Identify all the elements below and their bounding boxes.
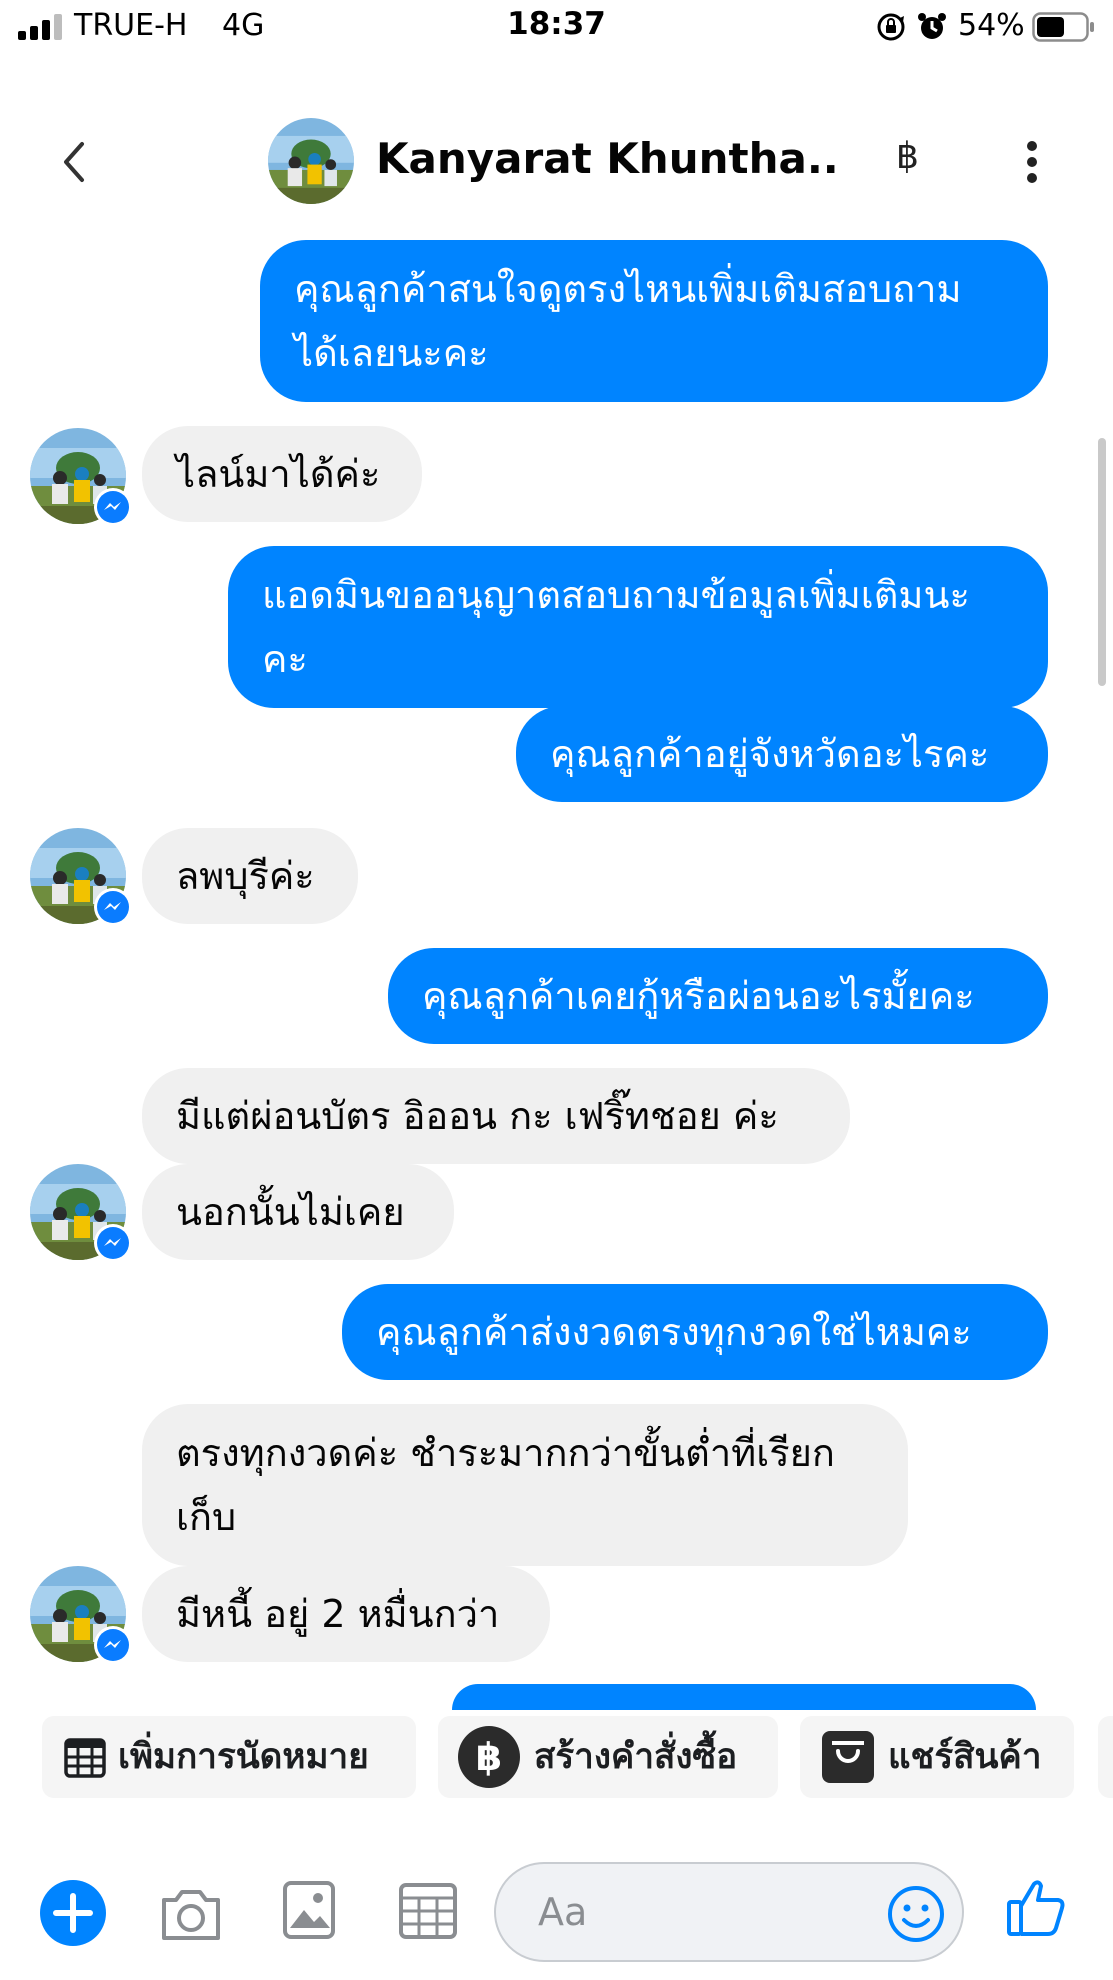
battery-percent: 54% — [958, 8, 1025, 43]
next-chip-edge — [1098, 1716, 1113, 1798]
messenger-badge-icon — [94, 488, 132, 526]
sender-avatar[interactable] — [30, 828, 132, 926]
incoming-message[interactable]: ตรงทุกงวดค่ะ ชำระมากกว่าขั้นต่ำที่เรียก … — [142, 1404, 908, 1566]
status-bar: TRUE-H 4G 18:37 54% — [0, 0, 1113, 56]
outgoing-message-partial — [452, 1684, 1036, 1710]
outgoing-message[interactable]: คุณลูกค้าอยู่จังหวัดอะไรคะ — [516, 706, 1048, 802]
add-appointment-chip[interactable]: เพิ่มการนัดหมาย — [42, 1716, 416, 1798]
outgoing-message[interactable]: คุณลูกค้าส่งงวดตรงทุกงวดใช่ไหมคะ — [342, 1284, 1048, 1380]
messenger-badge-icon — [94, 1626, 132, 1664]
calendar-table-icon[interactable] — [398, 1880, 458, 1940]
chip-label: แชร์สินค้า — [888, 1737, 1042, 1777]
incoming-message[interactable]: มีแต่ผ่อนบัตร อิออน กะ เฟริ๊ทชอย ค่ะ — [142, 1068, 850, 1164]
incoming-message[interactable]: ลพบุรีค่ะ — [142, 828, 358, 924]
alarm-icon — [918, 13, 946, 39]
message-composer: Aa — [0, 1840, 1113, 1980]
contact-avatar[interactable] — [268, 118, 354, 204]
more-options-icon[interactable] — [1022, 138, 1042, 186]
battery-icon — [1032, 12, 1094, 42]
contact-name[interactable]: Kanyarat Khuntha... — [376, 134, 836, 183]
outgoing-message[interactable]: คุณลูกค้าเคยกู้หรือผ่อนอะไรมั้ยคะ — [388, 948, 1048, 1044]
calendar-grid-icon — [64, 1738, 106, 1778]
outgoing-message[interactable]: คุณลูกค้าสนใจดูตรงไหนเพิ่มเติมสอบถาม ได้… — [260, 240, 1048, 402]
incoming-message[interactable]: มีหนี้ อยู่ 2 หมื่นกว่า — [142, 1566, 550, 1662]
sender-avatar[interactable] — [30, 1566, 132, 1664]
chip-label: เพิ่มการนัดหมาย — [118, 1737, 369, 1777]
rotation-lock-icon — [877, 13, 905, 41]
create-order-chip[interactable]: ฿ สร้างคำสั่งซื้อ — [438, 1716, 778, 1798]
incoming-message[interactable]: นอกนั้นไม่เคย — [142, 1164, 454, 1260]
sender-avatar[interactable] — [30, 428, 132, 526]
message-input-placeholder: Aa — [538, 1890, 588, 1934]
back-button[interactable] — [56, 138, 92, 186]
scrollbar[interactable] — [1098, 438, 1106, 686]
svg-text:฿: ฿ — [476, 1735, 502, 1779]
outgoing-message[interactable]: แอดมินขออนุญาตสอบถามข้อมูลเพิ่มเติมนะ คะ — [228, 546, 1048, 708]
baht-payment-button[interactable]: ฿ — [896, 136, 919, 177]
thumbs-up-icon[interactable] — [1006, 1876, 1068, 1938]
messenger-badge-icon — [94, 888, 132, 926]
conversation-header: Kanyarat Khuntha... ฿ — [0, 100, 1113, 220]
more-actions-button[interactable] — [40, 1880, 106, 1946]
chip-label: สร้างคำสั่งซื้อ — [534, 1737, 738, 1777]
camera-icon[interactable] — [158, 1884, 224, 1944]
sender-avatar[interactable] — [30, 1164, 132, 1262]
incoming-message[interactable]: ไลน์มาได้ค่ะ — [142, 426, 422, 522]
message-input[interactable]: Aa — [494, 1862, 964, 1962]
image-gallery-icon[interactable] — [282, 1880, 336, 1940]
emoji-icon[interactable] — [886, 1884, 946, 1944]
quick-actions-bar: เพิ่มการนัดหมาย ฿ สร้างคำสั่งซื้อ แชร์สิ… — [0, 1712, 1113, 1800]
baht-circle-icon: ฿ — [458, 1726, 520, 1788]
plus-icon — [53, 1893, 93, 1933]
shopping-bag-icon — [822, 1731, 874, 1783]
messenger-badge-icon — [94, 1224, 132, 1262]
share-product-chip[interactable]: แชร์สินค้า — [800, 1716, 1074, 1798]
